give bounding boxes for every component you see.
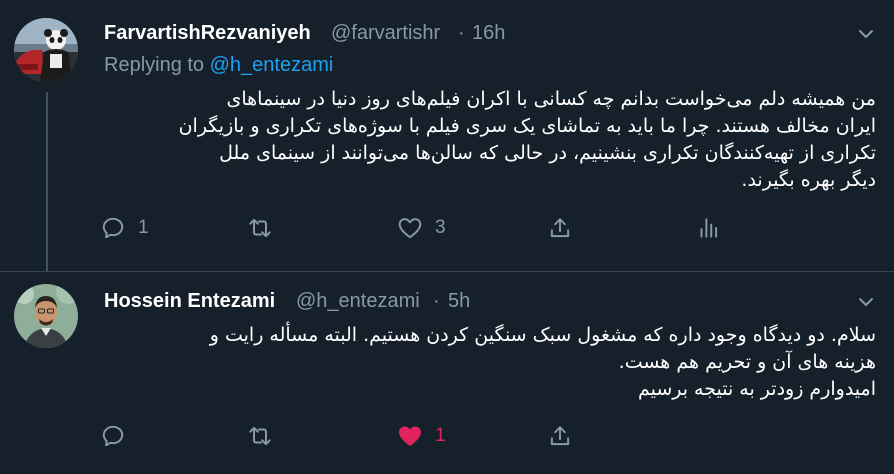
timestamp[interactable]: 16h bbox=[472, 22, 505, 45]
reply-button[interactable] bbox=[100, 421, 138, 451]
heart-outline-icon bbox=[398, 218, 422, 239]
retweet-icon bbox=[249, 426, 271, 446]
replying-to: Replying to @h_entezami bbox=[104, 54, 333, 77]
like-button[interactable]: 3 bbox=[397, 213, 446, 243]
avatar[interactable] bbox=[14, 18, 78, 82]
share-button[interactable] bbox=[547, 421, 573, 451]
tweet-text-line: ایران مخالف هستند. چرا ما باید به تماشای… bbox=[178, 115, 876, 137]
tweet-card[interactable]: Hossein Entezami @h_entezami · 5h سلام. … bbox=[0, 272, 894, 474]
retweet-button[interactable] bbox=[247, 421, 285, 451]
tweet-actions: 1 bbox=[100, 421, 720, 451]
chevron-down-icon[interactable] bbox=[856, 292, 876, 312]
tweet-actions: 1 3 bbox=[100, 213, 720, 243]
chevron-down-icon[interactable] bbox=[856, 24, 876, 44]
display-name[interactable]: FarvartishRezvaniyeh bbox=[104, 22, 311, 45]
tweet-text-line: هزینه های آن و تحریم هم هست. bbox=[618, 351, 876, 373]
display-name[interactable]: Hossein Entezami bbox=[104, 290, 275, 313]
share-icon bbox=[550, 218, 570, 238]
tweet-text-line: دیگر بهره بگیرند. bbox=[741, 169, 876, 191]
thread-line bbox=[46, 92, 48, 272]
reply-icon bbox=[102, 217, 124, 239]
reply-button[interactable]: 1 bbox=[100, 213, 149, 243]
reply-count: 1 bbox=[138, 217, 149, 238]
like-count: 3 bbox=[435, 217, 446, 238]
user-handle[interactable]: @h_entezami bbox=[296, 290, 420, 313]
share-icon bbox=[550, 426, 570, 446]
replying-to-label: Replying to bbox=[104, 54, 205, 76]
avatar[interactable] bbox=[14, 284, 78, 348]
replying-to-handle-link[interactable]: @h_entezami bbox=[210, 54, 334, 76]
tweet-text-line: تکراری از تهیه‌کنندگان تکراری بنشینیم، د… bbox=[219, 142, 876, 164]
like-count: 1 bbox=[435, 425, 446, 446]
retweet-icon bbox=[249, 218, 271, 238]
tweet-text: سلام. دو دیدگاه وجود داره که مشغول سبک س… bbox=[210, 322, 876, 403]
user-handle[interactable]: @farvartishr bbox=[331, 22, 440, 45]
timestamp[interactable]: 5h bbox=[448, 290, 470, 313]
analytics-icon bbox=[700, 218, 718, 238]
separator-dot: · bbox=[433, 290, 440, 312]
tweet-text-line: من همیشه دلم می‌خواست بدانم چه کسانی با … bbox=[226, 88, 877, 110]
reply-icon bbox=[102, 425, 124, 447]
separator-dot: · bbox=[458, 22, 465, 44]
tweet-text-line: امیدوارم زودتر به نتیجه برسیم bbox=[637, 378, 876, 400]
tweet-card[interactable]: FarvartishRezvaniyeh @farvartishr · 16h … bbox=[0, 0, 894, 272]
tweet-text: من همیشه دلم می‌خواست بدانم چه کسانی با … bbox=[179, 86, 876, 194]
share-button[interactable] bbox=[547, 213, 573, 243]
like-button[interactable]: 1 bbox=[397, 421, 446, 451]
tweet-text-line: سلام. دو دیدگاه وجود داره که مشغول سبک س… bbox=[209, 324, 876, 346]
heart-filled-icon bbox=[399, 426, 421, 446]
retweet-button[interactable] bbox=[247, 213, 285, 243]
analytics-button[interactable] bbox=[695, 213, 721, 243]
